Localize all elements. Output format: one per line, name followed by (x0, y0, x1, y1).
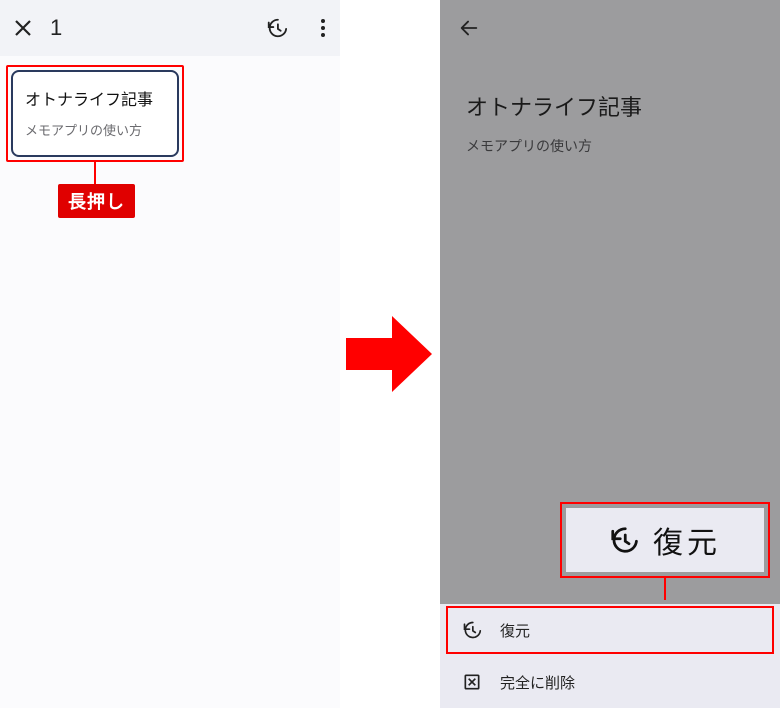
menu-item-restore[interactable]: 復元 (440, 604, 780, 656)
note-content: オトナライフ記事 メモアプリの使い方 (440, 56, 780, 156)
note-card-container: オトナライフ記事 メモアプリの使い方 長押し (6, 65, 184, 218)
back-icon[interactable] (458, 17, 480, 39)
selection-toolbar: 1 (0, 0, 340, 56)
history-icon (609, 525, 639, 555)
menu-item-label: 完全に削除 (500, 672, 575, 693)
annotation-highlight-box: オトナライフ記事 メモアプリの使い方 (6, 65, 184, 162)
restore-callout-label: 復元 (653, 518, 721, 562)
left-screen: 1 オトナライフ記事 メモアプリの使い方 長押し (0, 0, 340, 708)
note-body: メモアプリの使い方 (466, 136, 754, 156)
note-card-title: オトナライフ記事 (25, 86, 165, 110)
menu-item-delete[interactable]: 完全に削除 (440, 656, 780, 708)
note-toolbar (440, 0, 780, 56)
delete-forever-icon (462, 672, 482, 692)
restore-callout: 復元 (566, 508, 764, 572)
right-screen: オトナライフ記事 メモアプリの使い方 復元 復元 完全に削除 (440, 0, 780, 708)
annotation-connector (94, 162, 96, 184)
selected-count: 1 (50, 15, 62, 41)
bottom-sheet: 復元 完全に削除 (440, 604, 780, 708)
menu-item-label: 復元 (500, 620, 530, 641)
note-title: オトナライフ記事 (466, 90, 754, 122)
close-icon[interactable] (14, 19, 32, 37)
flow-arrow-icon (346, 316, 432, 392)
more-icon[interactable] (320, 18, 326, 38)
note-card-body: メモアプリの使い方 (25, 120, 165, 139)
note-card[interactable]: オトナライフ記事 メモアプリの使い方 (11, 70, 179, 157)
annotation-highlight-box: 復元 (560, 502, 770, 578)
restore-callout-container: 復元 (560, 502, 770, 600)
annotation-longpress-badge: 長押し (58, 184, 135, 218)
history-icon[interactable] (266, 17, 288, 39)
history-icon (462, 620, 482, 640)
annotation-connector (664, 578, 666, 600)
